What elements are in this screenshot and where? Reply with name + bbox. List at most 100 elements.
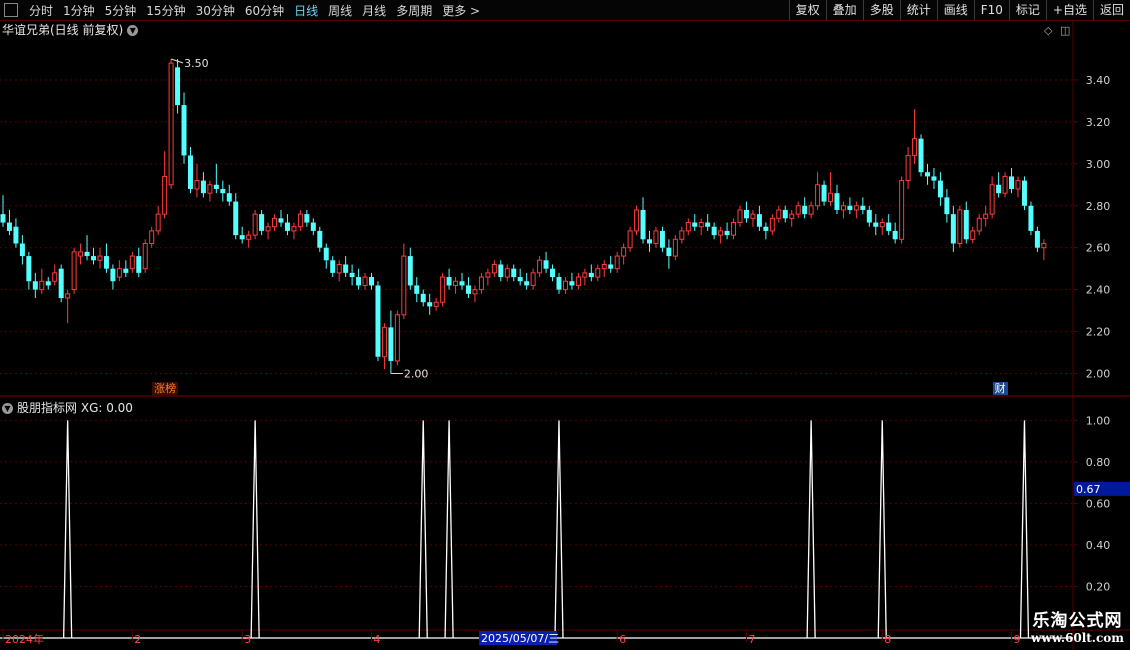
candle-body-1 xyxy=(6,222,12,231)
candle-body-17 xyxy=(110,268,116,282)
candle-body-18 xyxy=(116,268,122,278)
candle-body-22 xyxy=(142,243,148,270)
candle-body-53 xyxy=(343,264,349,273)
candle-body-8 xyxy=(52,272,58,282)
candle-body-63 xyxy=(407,256,413,286)
candle-body-90 xyxy=(582,272,588,278)
candle-body-108 xyxy=(698,222,704,228)
candle-body-71 xyxy=(459,281,465,286)
xg-spike-0 xyxy=(63,420,73,639)
candle-body-152 xyxy=(983,213,989,219)
candle-body-160 xyxy=(1034,230,1040,248)
xaxis-label-0: 2024年 xyxy=(5,632,44,646)
candle-body-120 xyxy=(776,209,782,219)
candle-body-112 xyxy=(724,230,730,236)
candle-body-131 xyxy=(847,205,853,210)
xaxis-label-3: 4 xyxy=(374,633,381,646)
candle-body-103 xyxy=(666,247,672,257)
candle-body-24 xyxy=(155,213,161,232)
xg-spike-7 xyxy=(1019,420,1030,639)
event-marker-1[interactable]: 财 xyxy=(992,382,1008,395)
candle-body-127 xyxy=(821,184,827,202)
candle-body-60 xyxy=(388,327,394,361)
candle-body-10 xyxy=(65,293,71,299)
candle-body-15 xyxy=(97,255,103,261)
candle-body-29 xyxy=(187,155,193,189)
candle-body-94 xyxy=(608,264,614,269)
candle-body-147 xyxy=(950,214,956,244)
candle-body-100 xyxy=(647,239,652,244)
xg-spike-2 xyxy=(418,420,428,639)
candle-body-44 xyxy=(284,222,290,231)
candle-body-87 xyxy=(562,280,568,291)
candle-body-51 xyxy=(330,260,336,273)
candle-body-21 xyxy=(136,256,142,273)
xaxis-label-1: 2 xyxy=(134,633,141,646)
candle-body-116 xyxy=(750,213,756,219)
candle-body-141 xyxy=(912,138,918,156)
candle-body-136 xyxy=(879,222,885,228)
candle-body-11 xyxy=(71,251,77,291)
kline-chart[interactable]: 2.00 2.20 2.40 2.60 2.80 3.00 3.20 3.40 0.20 0.40… xyxy=(0,0,1130,650)
candle-body-33 xyxy=(213,184,219,189)
ind-tick-label-3: 0.80 xyxy=(1086,456,1111,469)
xg-spike-5 xyxy=(806,420,816,639)
candle-body-37 xyxy=(239,235,245,240)
candle-body-85 xyxy=(550,268,556,278)
candle-body-150 xyxy=(970,230,976,240)
candle-body-93 xyxy=(601,263,607,270)
candle-body-48 xyxy=(310,222,316,231)
candle-body-126 xyxy=(815,184,821,207)
candle-body-68 xyxy=(440,276,446,303)
candle-body-149 xyxy=(963,209,969,240)
candle-body-32 xyxy=(207,184,213,194)
candle-body-92 xyxy=(595,268,601,278)
candle-body-38 xyxy=(246,234,252,240)
candle-body-83 xyxy=(537,259,543,274)
candle-body-148 xyxy=(957,209,963,245)
candle-body-143 xyxy=(924,172,930,177)
candle-body-140 xyxy=(905,154,911,182)
main-tick-label-2: 2.40 xyxy=(1086,284,1111,297)
candle-body-69 xyxy=(446,277,452,286)
ind-tick-label-1: 0.40 xyxy=(1086,539,1111,552)
candle-body-142 xyxy=(918,138,924,173)
candle-body-77 xyxy=(498,264,504,278)
candle-body-102 xyxy=(659,230,665,248)
crosshair-date: 2025/05/07/三 xyxy=(481,632,559,645)
candle-body-154 xyxy=(996,184,1002,194)
candle-body-98 xyxy=(634,209,640,232)
candle-body-3 xyxy=(19,243,25,257)
candle-body-117 xyxy=(756,214,762,227)
xaxis-label-6: 7 xyxy=(748,633,755,646)
watermark: 乐淘公式网 www.60lt.com xyxy=(1031,606,1124,645)
candle-body-118 xyxy=(763,226,769,231)
ind-tick-label-0: 0.20 xyxy=(1086,580,1111,593)
candle-body-113 xyxy=(731,222,737,236)
candle-body-78 xyxy=(504,268,510,278)
candle-body-66 xyxy=(427,302,433,307)
candle-body-75 xyxy=(485,272,491,278)
watermark-line2: www.60lt.com xyxy=(1031,631,1124,645)
candle-body-31 xyxy=(200,180,206,194)
candle-body-86 xyxy=(556,277,562,290)
candle-body-43 xyxy=(278,218,284,223)
main-tick-label-7: 3.40 xyxy=(1086,74,1111,87)
candle-body-88 xyxy=(569,281,575,286)
candle-body-139 xyxy=(899,180,905,240)
candle-body-91 xyxy=(588,272,594,278)
candle-body-0 xyxy=(0,214,6,223)
current-value-text: 0.67 xyxy=(1076,483,1101,496)
candle-body-56 xyxy=(362,276,368,286)
event-marker-0[interactable]: 涨榜 xyxy=(152,382,179,395)
candle-body-121 xyxy=(782,209,788,219)
candle-body-58 xyxy=(375,285,381,357)
candle-body-46 xyxy=(297,213,303,228)
candle-body-5 xyxy=(32,281,38,290)
candle-body-52 xyxy=(336,263,342,274)
candle-body-161 xyxy=(1041,243,1047,249)
candle-body-159 xyxy=(1028,205,1034,231)
candle-body-50 xyxy=(323,247,329,261)
candle-body-130 xyxy=(840,205,846,211)
candle-body-133 xyxy=(860,205,866,210)
